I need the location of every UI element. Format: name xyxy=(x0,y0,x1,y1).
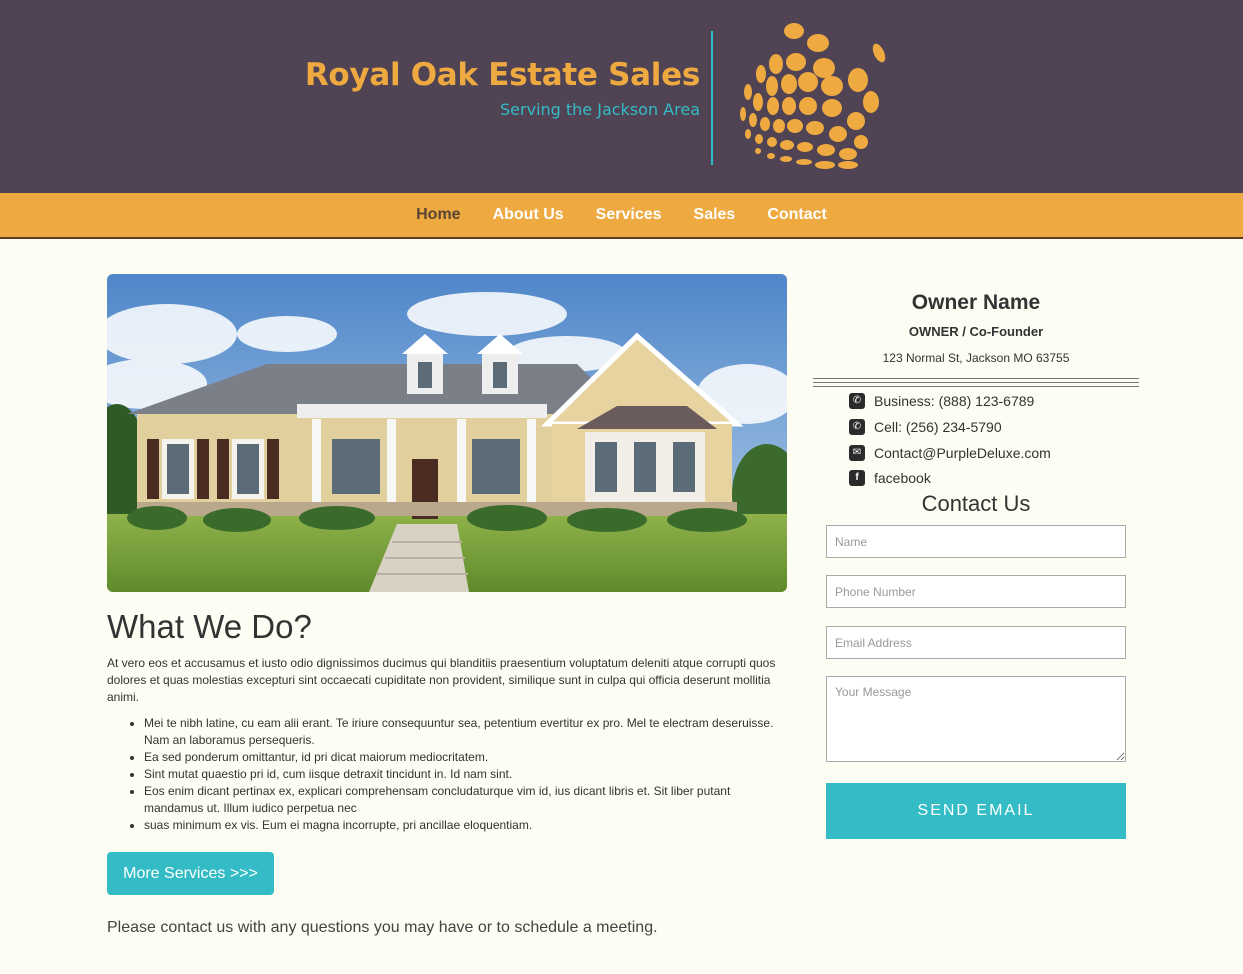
dotted-sphere-logo-icon[interactable] xyxy=(728,18,888,172)
house-hero-image xyxy=(107,274,787,592)
divider-rule xyxy=(813,378,1139,387)
brand-subtitle: Serving the Jackson Area xyxy=(500,100,700,119)
nav-contact[interactable]: Contact xyxy=(751,206,843,224)
more-services-button[interactable]: More Services >>> xyxy=(107,852,274,895)
owner-address: 123 Normal St, Jackson MO 63755 xyxy=(882,351,1070,365)
message-field[interactable] xyxy=(826,676,1126,762)
phone-field[interactable] xyxy=(826,575,1126,608)
nav-sales[interactable]: Sales xyxy=(678,206,752,224)
section-heading: What We Do? xyxy=(107,608,312,645)
facebook-link[interactable]: f facebook xyxy=(849,470,931,486)
list-item: suas minimum ex vis. Eum ei magna incorr… xyxy=(144,817,781,834)
services-list: Mei te nibh latine, cu eam alii erant. T… xyxy=(126,715,781,834)
main-nav: Home About Us Services Sales Contact xyxy=(0,193,1243,239)
contact-form-title: Contact Us xyxy=(921,491,1031,516)
phone-icon: ✆ xyxy=(849,393,865,409)
facebook-text: facebook xyxy=(874,470,931,486)
business-phone-text: Business: (888) 123-6789 xyxy=(874,393,1035,409)
email-text: Contact@PurpleDeluxe.com xyxy=(874,445,1051,461)
nav-about-us[interactable]: About Us xyxy=(477,206,580,224)
list-item: Sint mutat quaestio pri id, cum iisque d… xyxy=(144,766,781,783)
list-item: Eos enim dicant pertinax ex, explicari c… xyxy=(144,783,781,817)
owner-role: OWNER / Co-Founder xyxy=(908,324,1044,339)
email-link[interactable]: ✉ Contact@PurpleDeluxe.com xyxy=(849,445,1051,461)
list-item: Mei te nibh latine, cu eam alii erant. T… xyxy=(144,715,781,749)
brand-title[interactable]: Royal Oak Estate Sales xyxy=(305,57,700,93)
envelope-icon: ✉ xyxy=(849,445,865,461)
cell-phone-text: Cell: (256) 234-5790 xyxy=(874,419,1002,435)
brand-divider xyxy=(711,31,713,165)
list-item: Ea sed ponderum omittantur, id pri dicat… xyxy=(144,749,781,766)
email-field[interactable] xyxy=(826,626,1126,659)
contact-note: Please contact us with any questions you… xyxy=(107,919,658,936)
nav-home[interactable]: Home xyxy=(400,206,476,224)
facebook-icon: f xyxy=(849,470,865,486)
business-phone[interactable]: ✆ Business: (888) 123-6789 xyxy=(849,393,1034,409)
cell-phone[interactable]: ✆ Cell: (256) 234-5790 xyxy=(849,419,1002,435)
send-email-button[interactable]: SEND EMAIL xyxy=(826,783,1126,839)
intro-paragraph: At vero eos et accusamus et iusto odio d… xyxy=(107,656,776,704)
site-header: Royal Oak Estate Sales Serving the Jacks… xyxy=(0,0,1243,193)
phone-icon: ✆ xyxy=(849,419,865,435)
name-field[interactable] xyxy=(826,525,1126,558)
owner-name: Owner Name xyxy=(911,291,1041,314)
nav-services[interactable]: Services xyxy=(580,206,678,224)
